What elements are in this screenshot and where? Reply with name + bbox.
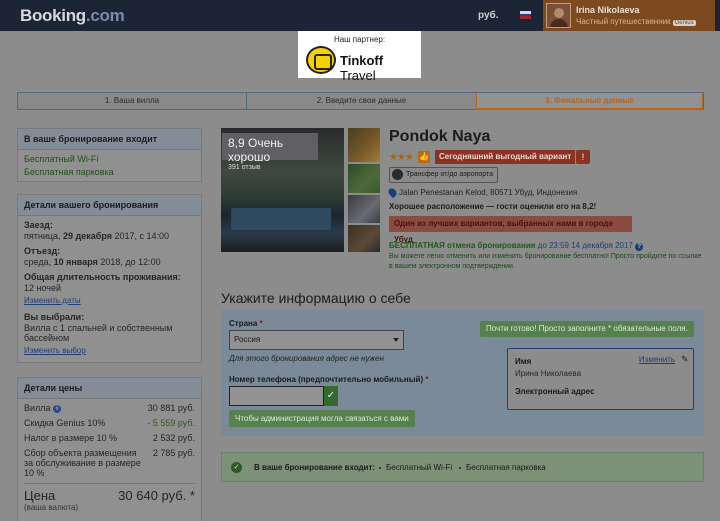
deal-info-icon[interactable]: ! [576,150,590,164]
form-title: Укажите информацию о себе [221,290,411,306]
avatar [546,3,571,28]
guest-email-label: Электронный адрес [515,387,595,396]
hotel-thumbnail[interactable] [348,195,380,223]
price-title: Детали цены [18,378,201,399]
pencil-icon[interactable]: ✎ [681,354,689,364]
chosen-label: Вы выбрали: [24,312,85,322]
included-item: Бесплатная парковка [24,167,114,177]
step-3-active: 3. Финальные данные [476,93,703,110]
chosen-value: Вилла с 1 спальней и собственным бассейн… [24,323,173,343]
partner-banner: Наш партнер: Tinkoff Travel [298,31,421,83]
deal-badge: Сегодняшний выгодный вариант [435,150,576,164]
checkin-value: пятница, 29 декабря 2017, с 14:00 [24,231,170,241]
booking-steps: 1. Ваша вилла 2. Введите свои данные 3. … [17,92,704,110]
total-price: Цена (ваша валюта) 30 640 руб. * [24,483,195,512]
hotel-name: Pondok Naya [389,128,491,145]
step-2: 2. Введите свои данные [316,96,407,105]
details-title: Детали вашего бронирования [18,195,201,216]
partner-title: Наш партнер: [333,35,386,44]
sidebar-price-box: Детали цены Вилла i 30 881 руб. Скидка G… [17,377,202,521]
change-guest-link[interactable]: Изменить [639,355,675,364]
thumbs-up-icon: 👍 [418,151,430,163]
partner-name: Tinkoff Travel [340,53,384,83]
phone-input[interactable] [229,386,324,406]
star-rating-icon: ★★★ [389,152,414,163]
chevron-down-icon [393,338,399,342]
genius-badge: Genius [672,20,696,26]
guest-name-value: Ирина Николаева [515,369,582,378]
help-icon[interactable]: ? [635,243,644,251]
info-icon[interactable]: i [53,404,62,413]
duration-label: Общая длительность проживания: [24,272,181,282]
user-name: Irina Nikolaeva [576,5,640,15]
country-label: Страна * [229,319,263,328]
included-title: В ваше бронирование входит [18,129,201,150]
guest-summary-card: Имя Ирина Николаева Электронный адрес Из… [507,348,694,410]
included-bar-item: Бесплатный Wi-Fi [386,463,453,472]
map-pin-icon [386,187,399,199]
hotel-thumbnail[interactable] [348,225,380,252]
change-choice-link[interactable]: Изменить выбор [24,346,195,355]
top-header: Booking.com руб. Irina Nikolaeva Частный… [0,0,720,31]
transfer-icon [392,169,403,180]
bullet-icon [379,467,381,469]
sidebar-details-box: Детали вашего бронирования Заезд: пятниц… [17,194,202,363]
location-score: Хорошее расположение — гости оценили его… [389,202,597,211]
price-row: Сбор объекта размещения за обслуживание … [24,448,195,478]
checkin-label: Заезд: [24,220,53,230]
included-item: Бесплатный Wi-Fi [24,154,99,164]
duration-value: 12 ночей [24,283,62,293]
price-row: Вилла i 30 881 руб. [24,403,195,413]
checkout-label: Отъезд: [24,246,61,256]
review-score-badge[interactable]: 8,9 Очень хорошо 391 отзыв [222,133,318,171]
price-row: Налог в размере 10 % 2 532 руб. [24,433,195,443]
check-circle-icon: ✓ [231,462,242,473]
step-1: 1. Ваша вилла [18,93,247,109]
airport-transfer-badge: Трансфер от/до аэропорта [389,167,499,183]
currency-selector[interactable]: руб. [478,10,499,21]
hotel-address: Jalan Penestanan Kelod, 80571 Убуд, Индо… [386,187,577,199]
hotel-thumbnail[interactable] [348,128,380,162]
change-dates-link[interactable]: Изменить даты [24,296,195,305]
phone-label: Номер телефона (предпочтительно мобильны… [229,375,429,384]
free-cancellation: БЕСПЛАТНАЯ отмена бронирования до 23:59 … [389,241,644,251]
russia-flag-icon[interactable] [520,11,531,19]
country-select[interactable]: Россия [229,330,404,350]
user-status: Частный путешественник Genius [576,17,696,26]
included-bar: ✓ В ваше бронирование входит: Бесплатный… [221,452,704,482]
best-choice-banner: Один из лучших вариантов, выбранных нами… [389,216,632,244]
phone-tip: Чтобы администрация могла связаться с ва… [229,410,415,427]
checkout-value: среда, 10 января 2018, до 12:00 [24,257,161,267]
tinkoff-logo-icon [306,46,336,74]
included-bar-item: Бесплатная парковка [466,463,546,472]
hotel-thumbnail[interactable] [348,164,380,193]
price-row: Скидка Genius 10% - 5 559 руб. [24,418,195,428]
user-menu[interactable]: Irina Nikolaeva Частный путешественник Ge… [543,0,715,31]
free-cancellation-text: Вы можете легко отменить или изменить бр… [389,253,702,270]
country-hint: Для этого бронирования адрес не нужен [229,354,384,363]
guest-name-label: Имя [515,357,532,366]
booking-logo[interactable]: Booking.com [20,6,125,26]
checkmark-icon: ✓ [324,386,338,406]
required-fields-note: Почти готово! Просто заполните * обязате… [480,321,694,337]
sidebar-included-box: В ваше бронирование входит Бесплатный Wi… [17,128,202,182]
bullet-icon [459,467,461,469]
included-bar-title: В ваше бронирование входит: [254,463,376,472]
